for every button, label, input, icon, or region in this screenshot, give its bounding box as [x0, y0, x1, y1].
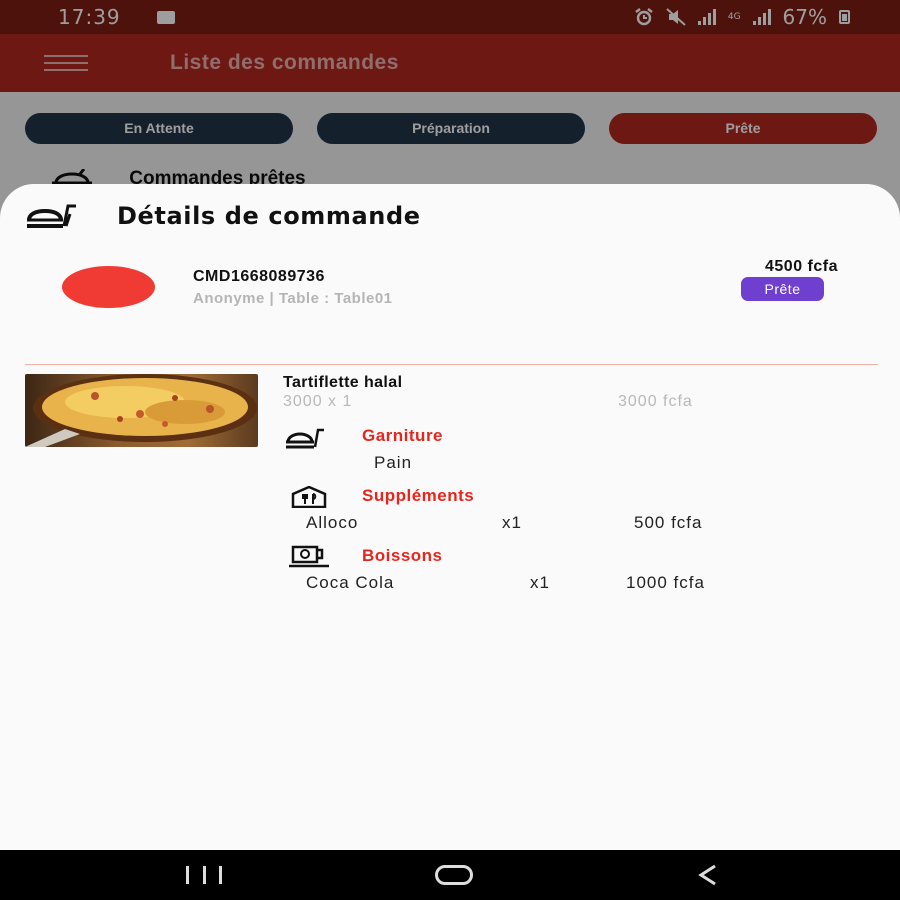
drink-name: Coca Cola — [306, 573, 395, 592]
garniture-title: Garniture — [362, 426, 444, 445]
recents-button[interactable] — [186, 866, 222, 884]
supplements-title: Suppléments — [362, 486, 475, 505]
drink-qty: x1 — [530, 573, 550, 592]
item-unit-qty: 3000 x 1 — [283, 393, 353, 410]
food-tray-icon — [27, 204, 76, 228]
boissons-title: Boissons — [362, 546, 443, 565]
home-button[interactable] — [435, 865, 473, 885]
coffee-cup-icon — [289, 545, 329, 568]
item-price: 3000 fcfa — [618, 393, 693, 410]
garniture-item: Pain — [374, 453, 413, 472]
order-details-sheet: Détails de commande CMD1668089736 Anonym… — [0, 184, 900, 850]
divider — [25, 364, 878, 365]
supplement-name: Alloco — [306, 513, 359, 532]
status-badge: Prête — [741, 277, 824, 301]
restaurant-icon — [291, 486, 327, 508]
sheet-title: Détails de commande — [117, 202, 421, 230]
food-tray-icon — [286, 428, 324, 449]
back-button[interactable] — [697, 864, 719, 886]
order-total: 4500 fcfa — [765, 258, 838, 275]
supplement-price: 500 fcfa — [634, 513, 703, 532]
system-nav-bar — [0, 850, 900, 900]
item-name: Tartiflette halal — [283, 374, 403, 391]
order-code: CMD1668089736 — [193, 268, 325, 285]
item-image — [25, 374, 258, 447]
order-status-indicator — [62, 266, 155, 308]
supplement-qty: x1 — [502, 513, 522, 532]
drink-price: 1000 fcfa — [626, 573, 705, 592]
order-customer-table: Anonyme | Table : Table01 — [193, 290, 393, 307]
